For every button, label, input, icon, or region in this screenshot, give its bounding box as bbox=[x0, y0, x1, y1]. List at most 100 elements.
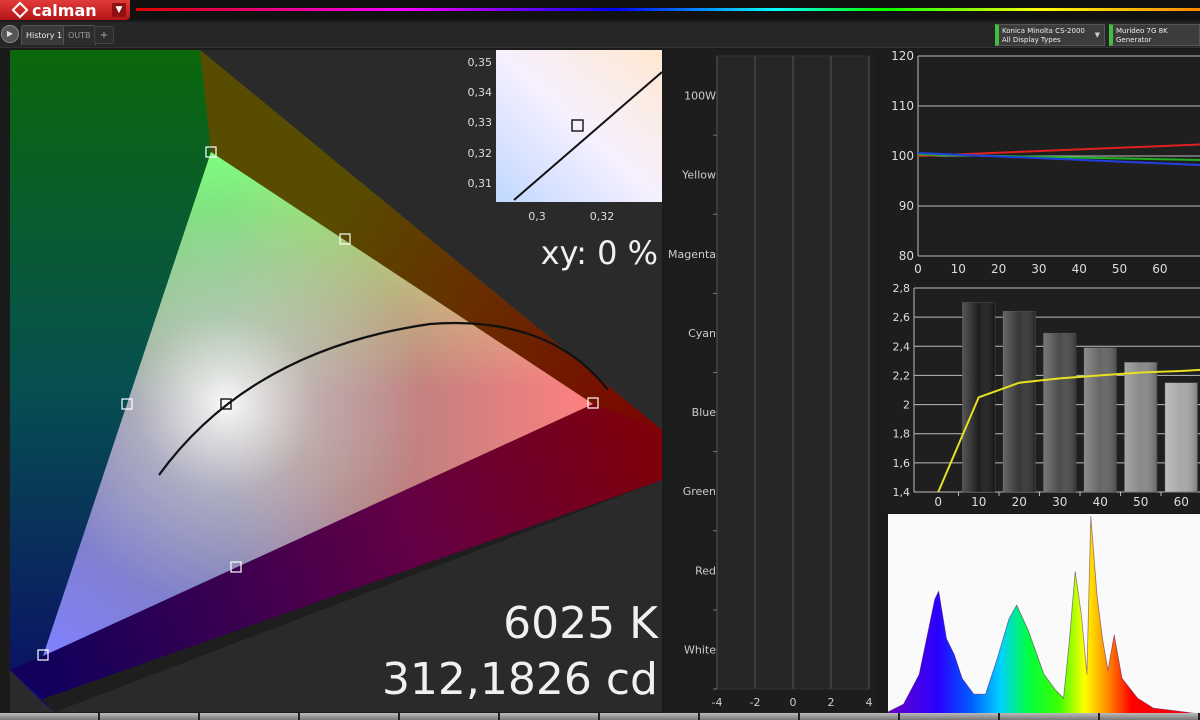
gamma-y-tick: 2 bbox=[903, 399, 910, 412]
bars-category-label: Cyan bbox=[688, 327, 716, 340]
toolbar-segment[interactable] bbox=[400, 713, 500, 720]
rgb-x-ticks: 0 10 20 30 40 50 60 bbox=[914, 262, 1167, 276]
toolbar-segment[interactable] bbox=[1000, 713, 1100, 720]
rgb-x-tick: 60 bbox=[1152, 262, 1167, 276]
spectrum-fill bbox=[888, 516, 1200, 714]
bars-x-tick: -4 bbox=[712, 696, 723, 709]
toolbar-segment[interactable] bbox=[800, 713, 900, 720]
chevron-down-icon[interactable]: ▼ bbox=[1095, 31, 1100, 40]
meter-selector[interactable]: Konica Minolta CS-2000 All Display Types… bbox=[995, 24, 1105, 46]
toolbar-segment[interactable] bbox=[700, 713, 800, 720]
toolbar-segment[interactable] bbox=[600, 713, 700, 720]
cct-readout: 6025 K bbox=[503, 598, 658, 649]
title-bar: calman ▼ bbox=[0, 0, 1200, 20]
whitepoint-inset: 0,35 0,34 0,33 0,32 0,31 0,3 0,32 bbox=[468, 50, 662, 223]
rgb-balance-panel: 120 110 100 90 80 0 10 20 30 40 50 60 bbox=[880, 49, 1200, 280]
toolbar-segment[interactable] bbox=[1100, 713, 1200, 720]
gamma-x-tick: 20 bbox=[1012, 495, 1027, 509]
gamma-y-tick: 1,6 bbox=[893, 457, 911, 470]
gamma-bar-shade bbox=[1003, 311, 1036, 492]
bars-category-label: Yellow bbox=[681, 169, 716, 182]
gamma-x-tick: 10 bbox=[971, 495, 986, 509]
gamma-y-tick: 2,6 bbox=[893, 311, 911, 324]
bars-category-label: Green bbox=[683, 485, 716, 498]
bars-x-ticks: -4 -2 0 2 4 bbox=[712, 696, 873, 709]
xy-delta-readout: xy: 0 % bbox=[540, 234, 658, 272]
bars-category-labels: 100W Yellow Magenta Cyan Blue Green Red White bbox=[668, 90, 716, 657]
rgb-balance-chart: 120 110 100 90 80 0 10 20 30 40 50 60 bbox=[891, 49, 1200, 276]
tab-bar: ▶ History 1 OUTB + Konica Minolta CS-200… bbox=[0, 22, 1200, 48]
gamma-bar-shade bbox=[1084, 347, 1117, 492]
rgb-x-tick: 30 bbox=[1031, 262, 1046, 276]
bars-x-tick: -2 bbox=[750, 696, 761, 709]
rgb-y-tick: 90 bbox=[899, 199, 914, 213]
toolbar-segment[interactable] bbox=[0, 713, 100, 720]
gamma-y-tick: 1,8 bbox=[893, 428, 911, 441]
bars-category-label: Red bbox=[695, 564, 716, 577]
bars-category-label: Magenta bbox=[668, 248, 716, 261]
bars-x-tick: 2 bbox=[828, 696, 835, 709]
rgb-y-tick: 80 bbox=[899, 249, 914, 263]
toolbar-segment[interactable] bbox=[500, 713, 600, 720]
gamma-x-ticks: 0 10 20 30 40 50 60 bbox=[934, 495, 1188, 509]
gamma-x-tick: 60 bbox=[1174, 495, 1189, 509]
bars-category-label: 100W bbox=[684, 90, 716, 103]
spectral-distribution-chart bbox=[887, 515, 1200, 715]
spectrum-area bbox=[887, 515, 1200, 715]
play-icon[interactable]: ▶ bbox=[1, 25, 19, 43]
bars-x-tick: 4 bbox=[866, 696, 873, 709]
gamma-y-tick: 2,4 bbox=[893, 340, 911, 353]
gamma-panel: 2,8 2,6 2,4 2,2 2 1,8 1,6 1,4 0 10 20 30 40 50 60 bbox=[880, 282, 1200, 512]
tab-history-1[interactable]: History 1 bbox=[21, 25, 68, 45]
gamma-x-tick: 0 bbox=[934, 495, 942, 509]
add-tab-button[interactable]: + bbox=[94, 26, 114, 44]
app-menu-button[interactable]: calman ▼ bbox=[0, 0, 130, 20]
generator-selector[interactable]: Murideo 7G 8K Generator bbox=[1109, 24, 1200, 46]
inset-y-tick: 0,31 bbox=[468, 177, 493, 190]
gamma-bar-shade bbox=[1043, 333, 1076, 492]
rgb-x-tick: 10 bbox=[951, 262, 966, 276]
rgb-x-tick: 50 bbox=[1112, 262, 1127, 276]
calman-window: calman ▼ ▶ History 1 OUTB + Konica Minol… bbox=[0, 0, 1200, 720]
app-logo-text: calman bbox=[32, 0, 97, 20]
rgb-y-tick: 110 bbox=[891, 99, 914, 113]
rgb-x-tick: 20 bbox=[991, 262, 1006, 276]
gamma-y-ticks: 2,8 2,6 2,4 2,2 2 1,8 1,6 1,4 bbox=[893, 282, 911, 499]
rgb-y-tick: 100 bbox=[891, 149, 914, 163]
rgb-x-tick: 40 bbox=[1072, 262, 1087, 276]
gamma-bar-shade bbox=[1124, 362, 1157, 492]
toolbar-segment[interactable] bbox=[900, 713, 1000, 720]
gamma-x-tick: 50 bbox=[1133, 495, 1148, 509]
generator-name: Murideo 7G 8K Generator bbox=[1116, 27, 1168, 44]
inset-y-tick: 0,35 bbox=[468, 56, 493, 69]
tab-outb[interactable]: OUTB bbox=[63, 25, 96, 45]
inset-x-tick: 0,3 bbox=[528, 210, 546, 223]
gamma-y-tick: 1,4 bbox=[893, 486, 911, 499]
bottom-toolbar bbox=[0, 713, 1200, 720]
meter-display-type: All Display Types bbox=[1002, 36, 1061, 44]
gamma-chart: 2,8 2,6 2,4 2,2 2 1,8 1,6 1,4 0 10 20 30 40 50 60 bbox=[893, 282, 1200, 509]
rgb-x-tick: 0 bbox=[914, 262, 922, 276]
gamma-x-tick: 40 bbox=[1093, 495, 1108, 509]
toolbar-segment[interactable] bbox=[300, 713, 400, 720]
calman-logo-icon bbox=[11, 1, 29, 19]
inset-y-tick: 0,32 bbox=[468, 147, 493, 160]
toolbar-segment[interactable] bbox=[200, 713, 300, 720]
toolbar-segment[interactable] bbox=[100, 713, 200, 720]
bars-category-label: Blue bbox=[692, 406, 717, 419]
rgb-y-tick: 120 bbox=[891, 50, 914, 63]
gamma-x-tick: 30 bbox=[1052, 495, 1067, 509]
inset-x-tick: 0,32 bbox=[590, 210, 615, 223]
spectrum-panel bbox=[887, 514, 1200, 715]
cie-chromaticity-panel: 0,35 0,34 0,33 0,32 0,31 0,3 0,32 xy: 0 … bbox=[10, 50, 662, 712]
inset-y-tick: 0,33 bbox=[468, 116, 493, 129]
gamma-bar-shade bbox=[1165, 382, 1198, 492]
meter-name: Konica Minolta CS-2000 bbox=[1002, 27, 1085, 35]
rainbow-divider bbox=[136, 8, 1200, 11]
bars-x-tick: 0 bbox=[790, 696, 797, 709]
gamma-y-tick: 2,2 bbox=[893, 369, 911, 382]
gamma-y-tick: 2,8 bbox=[893, 282, 911, 295]
color-error-chart: 100W Yellow Magenta Cyan Blue Green Red White -… bbox=[668, 55, 873, 709]
bars-category-label: White bbox=[684, 643, 716, 656]
chevron-down-icon[interactable]: ▼ bbox=[112, 3, 126, 17]
